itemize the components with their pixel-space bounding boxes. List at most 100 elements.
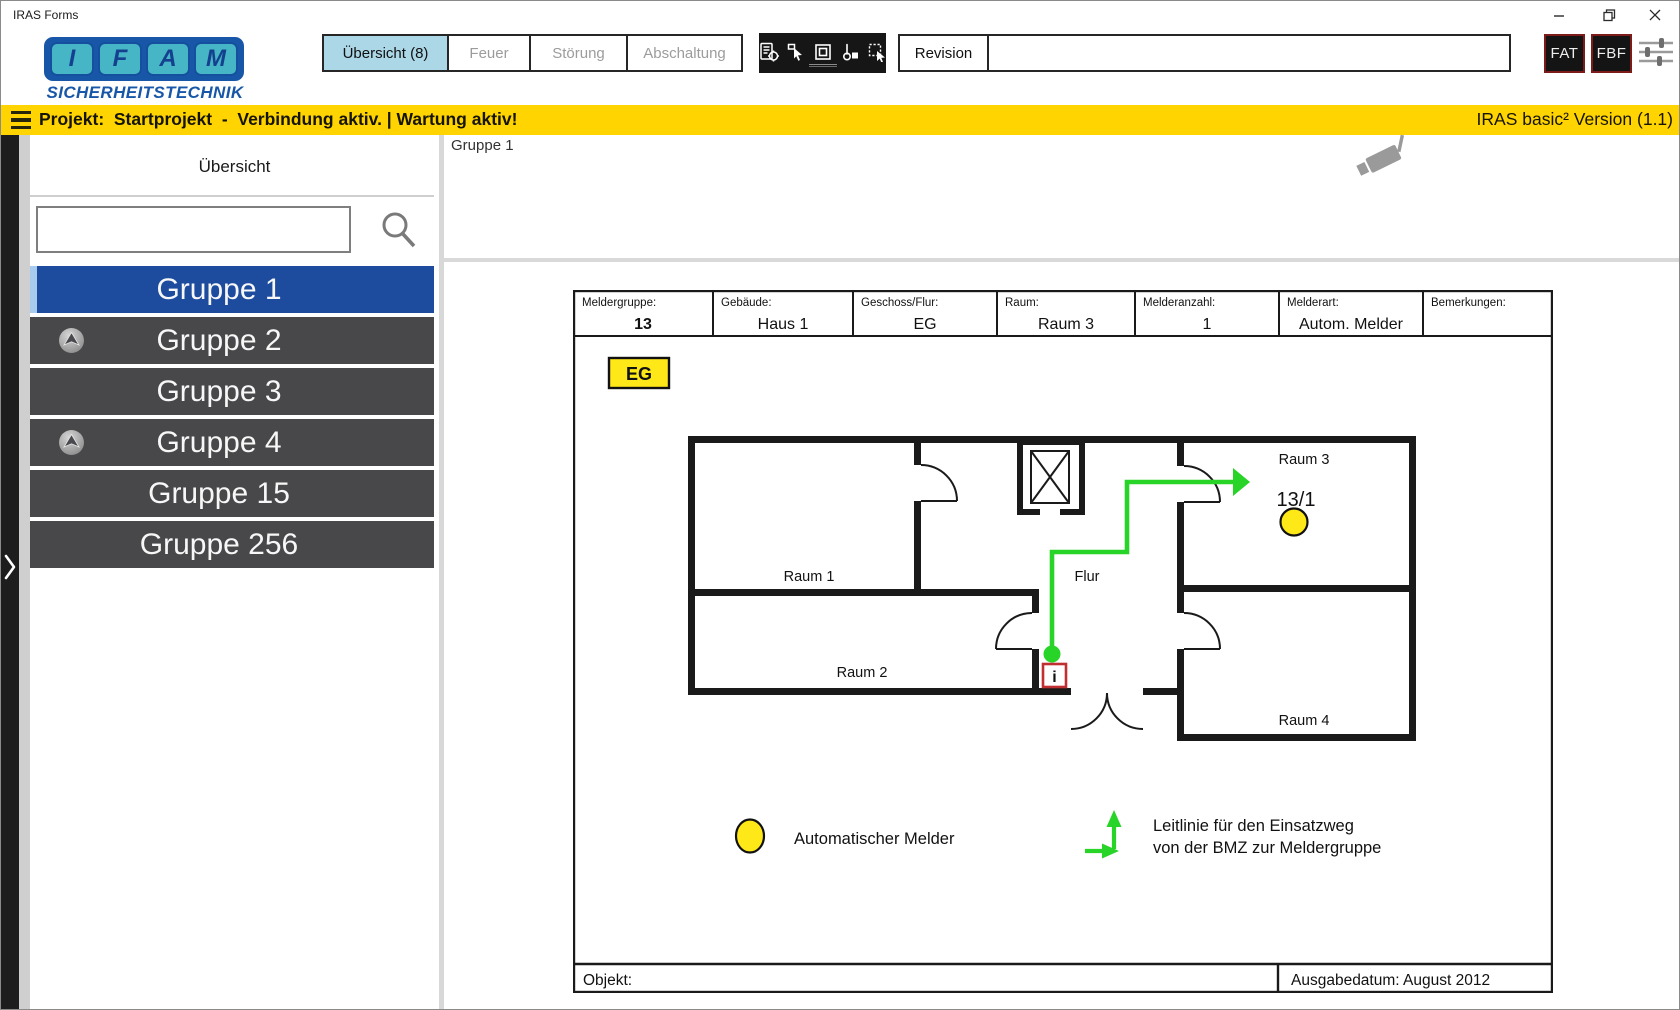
thermometer-icon[interactable] <box>840 42 860 62</box>
room-label-raum1: Raum 1 <box>784 569 835 585</box>
tab-abschaltung[interactable]: Abschaltung <box>626 34 743 72</box>
plan-frame <box>573 290 1553 993</box>
group-label: Gruppe 15 <box>148 476 290 510</box>
toolbar-row: I F A M SICHERHEITSTECHNIK Übersicht (8)… <box>1 29 1679 105</box>
group-search-input[interactable] <box>36 206 351 253</box>
table-value: Raum 3 <box>1038 316 1094 333</box>
fat-label: FAT <box>1550 45 1579 62</box>
restore-icon <box>1602 8 1615 21</box>
legend-route-line1: Leitlinie für den Einsatzweg <box>1153 817 1354 835</box>
footer-objekt: Objekt: <box>583 972 632 989</box>
fbf-label: FBF <box>1596 45 1627 62</box>
logo-letter-tile: A <box>146 42 190 76</box>
floor-badge: EG <box>607 356 671 390</box>
toolbar-drag-handle[interactable] <box>808 64 837 67</box>
group-item-gruppe-256[interactable]: Gruppe 256 <box>30 521 434 568</box>
table-value: 1 <box>1203 316 1212 333</box>
group-label: Gruppe 256 <box>139 527 299 561</box>
version-text: IRAS basic² Version (1.1) <box>1476 109 1673 129</box>
iras-forms-window: IRAS Forms I F A M SICHERHEITSTECHNIK Üb… <box>0 0 1680 1010</box>
search-icon[interactable] <box>380 211 418 249</box>
group-item-gruppe-2[interactable]: Gruppe 2 <box>30 317 434 364</box>
frame-icon[interactable] <box>813 42 833 62</box>
table-label: Melderart: <box>1287 297 1339 309</box>
logo-letter-tile: F <box>98 42 142 76</box>
corridor-label: Flur <box>1075 569 1100 585</box>
empty-toolbar-box <box>987 34 1511 72</box>
selected-group-title: Gruppe 1 <box>451 137 514 154</box>
maximize-button[interactable] <box>1589 1 1629 29</box>
alarm-arrow-badge-icon <box>59 328 84 353</box>
table-value: Autom. Melder <box>1299 316 1404 333</box>
close-icon <box>1649 9 1661 21</box>
svg-text:EG: EG <box>626 364 652 384</box>
group-item-gruppe-4[interactable]: Gruppe 4 <box>30 419 434 466</box>
table-label: Geschoss/Flur: <box>861 297 938 309</box>
table-label: Gebäude: <box>721 297 772 309</box>
project-status-bar: Projekt: Startprojekt - Verbindung aktiv… <box>1 105 1679 135</box>
camera-icon[interactable] <box>1353 127 1417 183</box>
logo-letter-tile: I <box>50 42 94 76</box>
fat-button[interactable]: FAT <box>1544 34 1585 73</box>
footer-date: Ausgabedatum: August 2012 <box>1291 972 1490 989</box>
tab-feuer[interactable]: Feuer <box>447 34 531 72</box>
room-label-raum3: Raum 3 <box>1279 452 1330 468</box>
legend-detector-symbol <box>734 818 766 854</box>
titlebar: IRAS Forms <box>1 1 1679 29</box>
tab-label: Störung <box>552 44 605 62</box>
sidebar-heading: Übersicht <box>198 157 271 176</box>
minimize-button[interactable] <box>1539 1 1579 29</box>
tab-label: Übersicht (8) <box>342 44 429 62</box>
table-label: Melderanzahl: <box>1143 297 1215 309</box>
table-label: Raum: <box>1005 297 1039 309</box>
expand-chevron-icon[interactable] <box>3 554 17 580</box>
floating-toolbar <box>759 33 886 73</box>
tab-stoerung[interactable]: Störung <box>529 34 628 72</box>
fbf-button[interactable]: FBF <box>1591 34 1632 73</box>
alarm-arrow-badge-icon <box>59 430 84 455</box>
group-item-gruppe-15[interactable]: Gruppe 15 <box>30 470 434 517</box>
route-start-dot <box>1043 645 1061 663</box>
sidebar-divider <box>30 195 434 197</box>
close-button[interactable] <box>1635 1 1675 29</box>
collapse-rail <box>1 135 19 1009</box>
table-label: Meldergruppe: <box>582 297 656 309</box>
tab-revision[interactable]: Revision <box>898 34 989 72</box>
tab-label: Revision <box>914 44 973 62</box>
logo-letter-tile: M <box>194 42 238 76</box>
group-item-gruppe-3[interactable]: Gruppe 3 <box>30 368 434 415</box>
rail-gap <box>19 135 30 1009</box>
room-label-raum2: Raum 2 <box>837 665 888 681</box>
detector-symbol <box>1279 507 1309 537</box>
group-item-gruppe-1[interactable]: Gruppe 1 <box>30 266 434 313</box>
logo-subtitle: SICHERHEITSTECHNIK <box>46 83 244 102</box>
tab-uebersicht[interactable]: Übersicht (8) <box>322 34 449 72</box>
pointer-select-icon[interactable] <box>867 42 887 62</box>
window-title: IRAS Forms <box>13 8 79 22</box>
table-value: Haus 1 <box>758 316 809 333</box>
sidebar-main-divider <box>439 135 444 1009</box>
ifam-logo: I F A M <box>44 37 244 81</box>
tab-label: Abschaltung <box>643 44 726 62</box>
room-label-raum4: Raum 4 <box>1279 713 1330 729</box>
group-sidebar: Übersicht Gruppe 1 Gruppe 2 Gruppe 3 Gru… <box>30 135 439 1009</box>
group-label: Gruppe 1 <box>156 272 282 306</box>
main-header-divider <box>444 258 1679 262</box>
legend-route-line2: von der BMZ zur Meldergruppe <box>1153 839 1381 857</box>
selected-accent <box>30 266 37 313</box>
legend-detector-label: Automatischer Melder <box>794 830 955 848</box>
table-value: 13 <box>634 316 652 333</box>
group-label: Gruppe 4 <box>156 425 282 459</box>
pointer-frame-icon[interactable] <box>786 42 806 62</box>
menu-hamburger-icon[interactable] <box>11 111 31 129</box>
table-label: Bemerkungen: <box>1431 297 1506 309</box>
svg-text:i: i <box>1052 669 1056 686</box>
floor-plan-document[interactable]: Meldergruppe: Gebäude: Geschoss/Flur: Ra… <box>573 290 1553 993</box>
minimize-icon <box>1554 15 1564 17</box>
elevator-shaft <box>1017 439 1085 517</box>
report-target-icon[interactable] <box>759 42 779 62</box>
settings-sliders-icon[interactable] <box>1639 37 1673 67</box>
group-label: Gruppe 2 <box>156 323 282 357</box>
info-marker[interactable]: i <box>1041 662 1068 689</box>
table-value: EG <box>913 316 936 333</box>
